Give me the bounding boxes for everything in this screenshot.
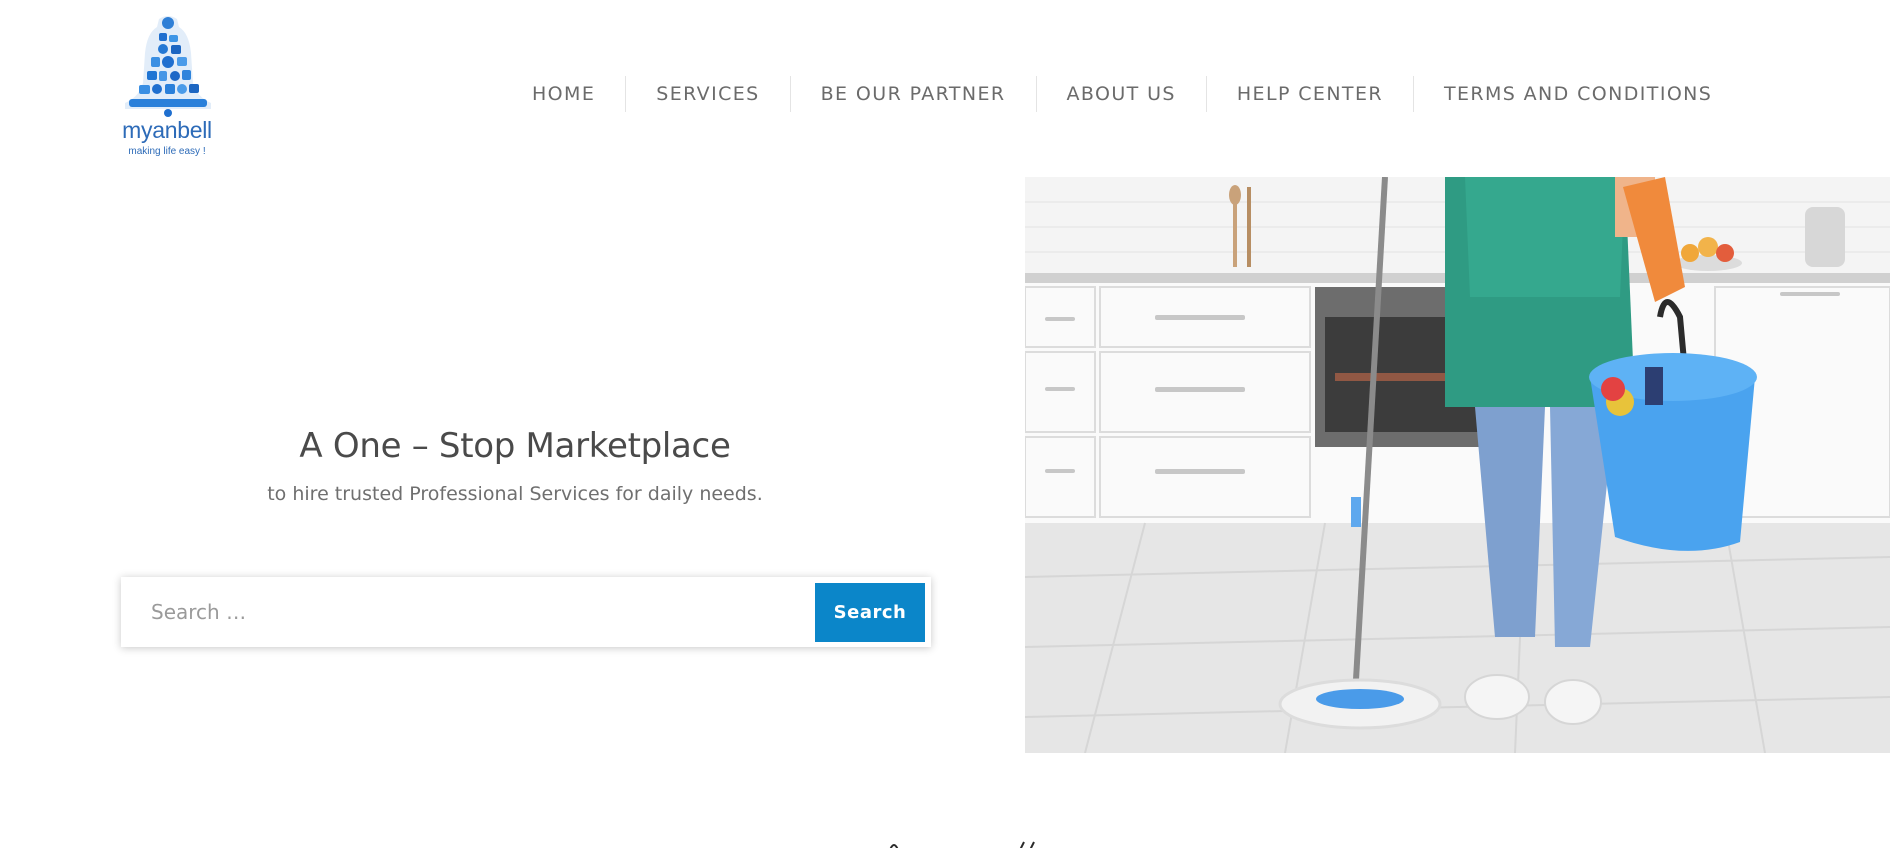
cleaning-photo-illustration (1025, 177, 1890, 753)
search-form: Search (121, 577, 931, 647)
page: myanbell making life easy ! HOME SERVICE… (0, 0, 1890, 848)
nav-be-our-partner[interactable]: BE OUR PARTNER (791, 74, 1036, 114)
bell-icon (125, 16, 211, 117)
nav-about-us[interactable]: ABOUT US (1037, 74, 1206, 114)
next-section-heading-fragment (880, 836, 1080, 848)
hero-title: A One – Stop Marketplace (299, 426, 731, 466)
hero-subtitle: to hire trusted Professional Services fo… (267, 483, 763, 505)
brand-tagline: making life easy ! (128, 146, 206, 157)
search-button[interactable]: Search (815, 583, 925, 642)
nav-home[interactable]: HOME (502, 74, 625, 114)
hero-image (1025, 177, 1890, 753)
nav-terms-and-conditions[interactable]: TERMS AND CONDITIONS (1414, 74, 1742, 114)
main-nav: HOME SERVICES BE OUR PARTNER ABOUT US HE… (502, 74, 1742, 114)
brand-name: myanbell (122, 117, 212, 143)
nav-help-center[interactable]: HELP CENTER (1207, 74, 1413, 114)
site-logo[interactable]: myanbell making life easy ! (119, 13, 217, 163)
nav-services[interactable]: SERVICES (626, 74, 789, 114)
cropped-text-icon (889, 841, 1035, 848)
search-input[interactable] (131, 583, 811, 641)
